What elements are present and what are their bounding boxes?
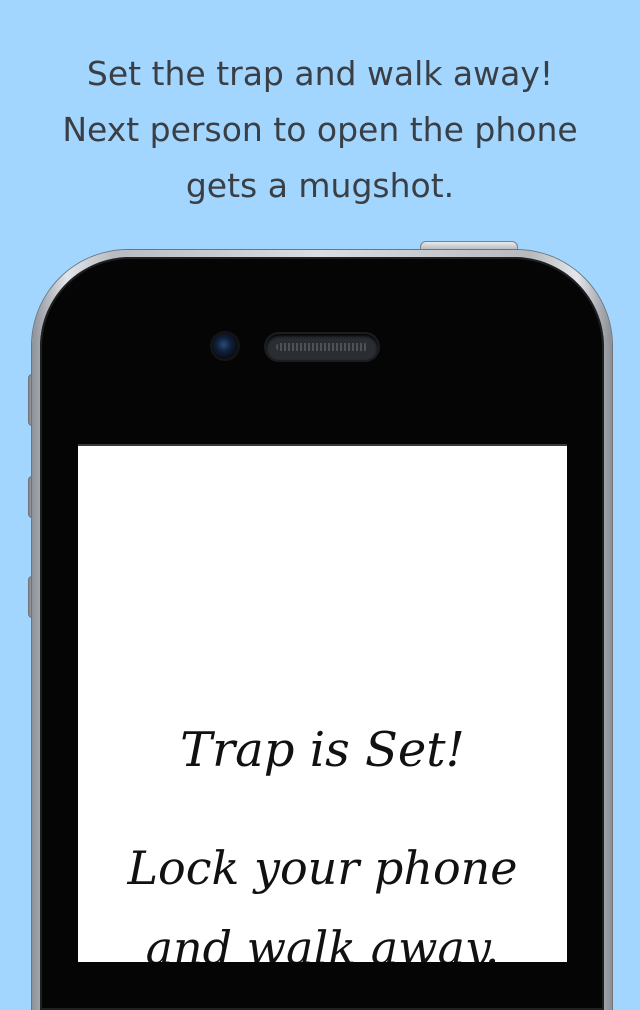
phone-screen: Trap is Set! Lock your phone and walk aw… bbox=[78, 444, 567, 962]
instruction-line-2: and walk away. bbox=[145, 921, 500, 962]
instruction-line-1: Lock your phone bbox=[127, 841, 518, 895]
headline-line-3: gets a mugshot. bbox=[185, 166, 455, 205]
earpiece-speaker bbox=[266, 334, 378, 360]
headline-line-1: Set the trap and walk away! bbox=[86, 54, 554, 93]
trap-status-title: Trap is Set! bbox=[180, 722, 465, 778]
trap-instructions: Lock your phone and walk away. bbox=[78, 828, 567, 962]
headline-line-2: Next person to open the phone bbox=[62, 110, 578, 149]
front-camera-icon bbox=[212, 333, 238, 359]
promo-headline: Set the trap and walk away! Next person … bbox=[0, 46, 640, 214]
